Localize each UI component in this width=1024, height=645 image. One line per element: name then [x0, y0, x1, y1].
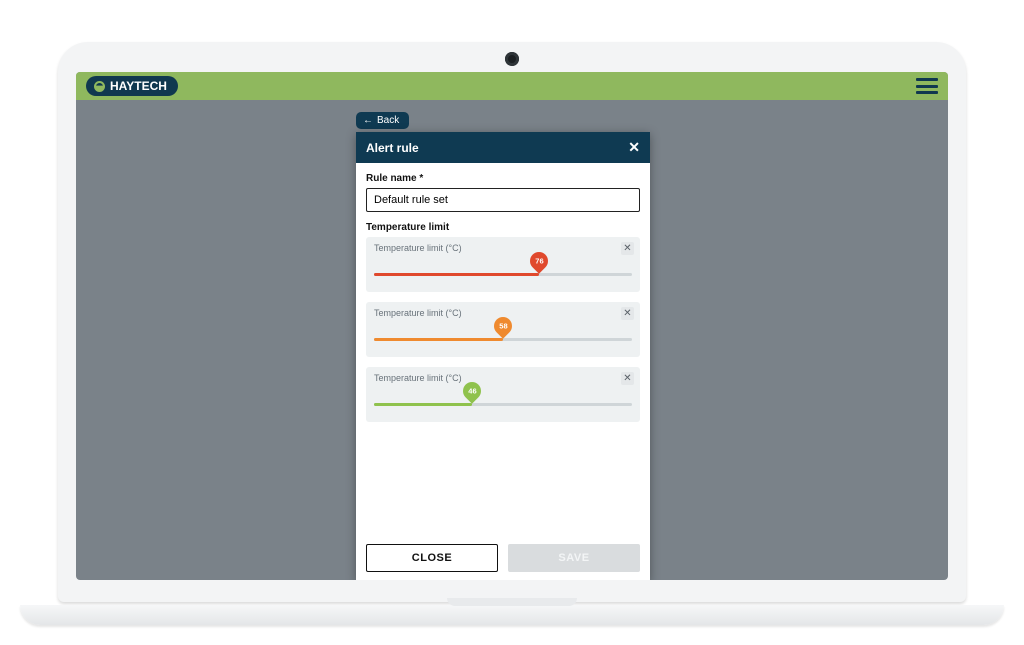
app-screen: HAYTECH ← Back Alert rule ✕ Rule name * … [76, 72, 948, 580]
slider-track[interactable]: 76 [374, 273, 632, 276]
close-icon[interactable]: ✕ [628, 139, 640, 156]
slider-fill [374, 338, 503, 341]
laptop-base [20, 605, 1004, 625]
laptop-notch [447, 598, 577, 606]
camera-icon [505, 52, 519, 66]
slider-track[interactable]: 46 [374, 403, 632, 406]
slider-fill [374, 273, 539, 276]
modal-body: Rule name * Temperature limit Temperatur… [356, 163, 650, 534]
slider-track[interactable]: 58 [374, 338, 632, 341]
laptop-frame: HAYTECH ← Back Alert rule ✕ Rule name * … [58, 42, 966, 602]
modal-footer: CLOSE SAVE [356, 534, 650, 580]
slider-caption: Temperature limit (°C) [374, 243, 632, 253]
remove-slider-icon[interactable]: ✕ [621, 372, 634, 385]
save-button: SAVE [508, 544, 640, 572]
menu-icon[interactable] [916, 78, 938, 94]
alert-rule-modal: Alert rule ✕ Rule name * Temperature lim… [356, 132, 650, 580]
close-button[interactable]: CLOSE [366, 544, 498, 572]
modal-header: Alert rule ✕ [356, 132, 650, 163]
rule-name-input[interactable] [366, 188, 640, 212]
remove-slider-icon[interactable]: ✕ [621, 307, 634, 320]
app-header: HAYTECH [76, 72, 948, 100]
slider-fill [374, 403, 472, 406]
brand-name: HAYTECH [110, 79, 167, 93]
temperature-slider: Temperature limit (°C)✕ 46 [366, 367, 640, 422]
modal-title-text: Alert rule [366, 141, 419, 155]
brand-logo: HAYTECH [86, 76, 178, 96]
slider-list: Temperature limit (°C)✕76Temperature lim… [366, 237, 640, 422]
back-label: Back [377, 115, 399, 126]
temperature-slider: Temperature limit (°C)✕ 76 [366, 237, 640, 292]
remove-slider-icon[interactable]: ✕ [621, 242, 634, 255]
back-button[interactable]: ← Back [356, 112, 409, 129]
arrow-left-icon: ← [363, 115, 373, 126]
brand-icon [94, 81, 105, 92]
temperature-section-label: Temperature limit [366, 222, 640, 233]
rule-name-label: Rule name * [366, 173, 640, 184]
temperature-slider: Temperature limit (°C)✕58 [366, 302, 640, 357]
slider-caption: Temperature limit (°C) [374, 373, 632, 383]
